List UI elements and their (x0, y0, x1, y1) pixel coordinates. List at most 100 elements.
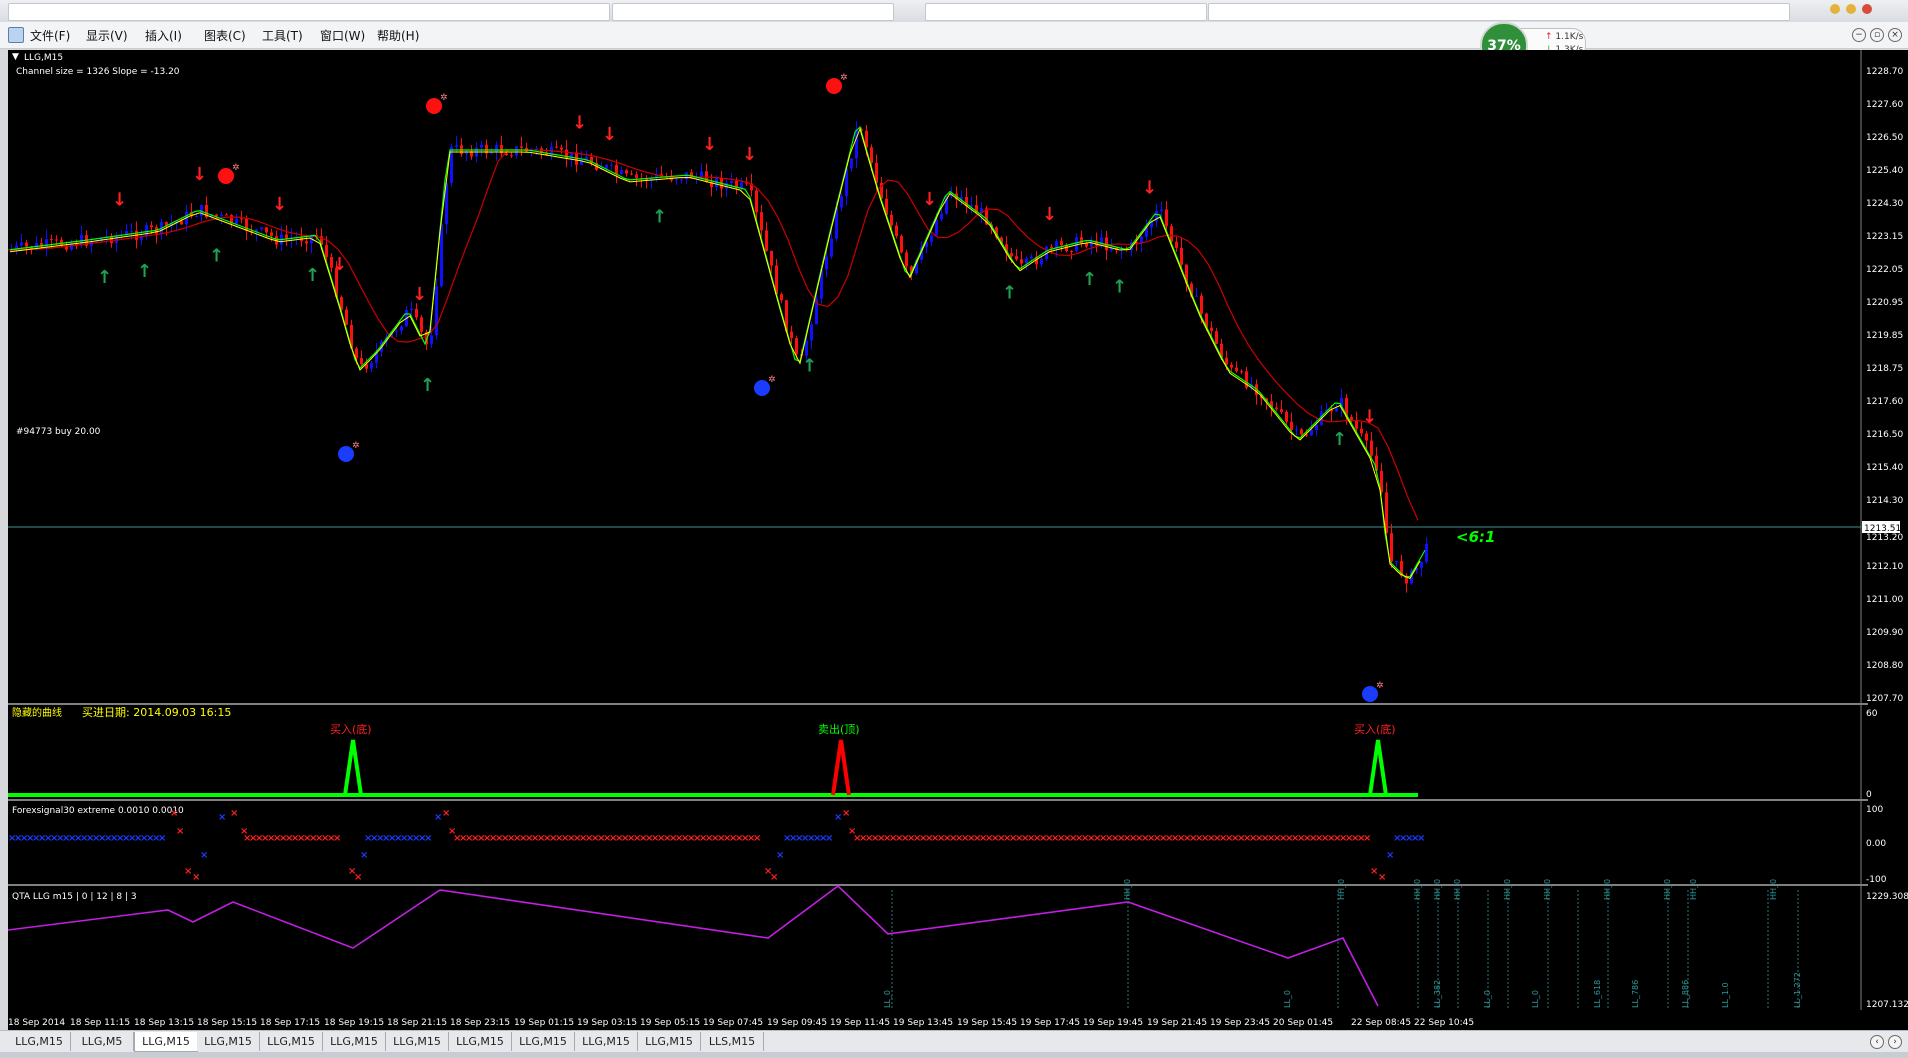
candle-body (930, 235, 933, 242)
candle-body (1425, 543, 1428, 562)
candle-body (1050, 246, 1053, 249)
candle-body (1395, 561, 1398, 563)
price-tick: 1218.75 (1866, 364, 1903, 374)
browser-tab[interactable] (8, 3, 610, 21)
symbol-label: LLG,M15 (24, 53, 63, 63)
candle-body (420, 317, 423, 332)
chart-tab[interactable]: LLG,M15 (512, 1032, 575, 1051)
minimize-button[interactable]: − (1852, 28, 1866, 42)
window-controls[interactable] (1830, 4, 1900, 18)
chart-tab[interactable]: LLG,M15 (638, 1032, 701, 1051)
candle-body (515, 146, 518, 156)
chart-collapse-icon[interactable]: ▼ (12, 52, 19, 62)
x-marker-icon: × (158, 833, 166, 844)
candle-body (1275, 407, 1278, 410)
fib-label-bottom: LL_0 (1283, 990, 1292, 1008)
time-tick: 18 Sep 17:15 (260, 1018, 320, 1028)
candle-body (765, 230, 768, 251)
buy-arrow-icon: ↑ (97, 267, 112, 288)
candle-body (905, 252, 908, 267)
candle-body (1070, 250, 1073, 252)
fib-label-top: HH_0 (1689, 879, 1698, 900)
browser-tab[interactable] (925, 3, 1207, 21)
menu-insert[interactable]: 插入(I) (145, 27, 182, 44)
chart-tab[interactable]: LLG,M5 (71, 1032, 134, 1051)
x-marker-icon: × (170, 808, 178, 819)
time-tick: 18 Sep 23:15 (450, 1018, 510, 1028)
chart-canvas[interactable]: ▼ LLG,M15 Channel size = 1326 Slope = -1… (7, 50, 1908, 1030)
sell-arrow-icon: ↓ (922, 189, 937, 210)
candle-body (235, 218, 238, 224)
candle-body (1160, 209, 1163, 212)
bomb-fuse-icon: ✲ (232, 163, 240, 173)
chart-tab[interactable]: LLG,M15 (449, 1032, 512, 1051)
menu-view[interactable]: 显示(V) (86, 27, 128, 44)
chart-tab[interactable]: LLS,M15 (701, 1032, 764, 1051)
candle-body (630, 173, 633, 175)
price-tick: 1215.40 (1866, 463, 1903, 473)
tabs-scroll-left-button[interactable]: ‹ (1870, 1035, 1884, 1049)
time-axis: 18 Sep 2014 18 Sep 11:15 18 Sep 13:15 18 Se… (8, 1018, 1474, 1028)
candle-body (935, 219, 938, 236)
browser-tab[interactable] (612, 3, 894, 21)
candle-body (1175, 241, 1178, 248)
price-tick: 1209.90 (1866, 628, 1903, 638)
x-marker-icon: × (1417, 833, 1425, 844)
candle-body (940, 213, 943, 220)
fib-label-top: HH_0 (1769, 879, 1778, 900)
panel2-title: Forexsignal30 extreme 0.0010 0.0010 (12, 806, 184, 816)
x-marker-icon: × (776, 850, 784, 861)
candle-body (1390, 533, 1393, 562)
candle-body (1200, 295, 1203, 314)
candle-body (615, 164, 618, 174)
candle-body (265, 227, 268, 233)
chart-tab[interactable]: LLG,M15 (323, 1032, 386, 1051)
panel2-tick: -100 (1866, 875, 1887, 885)
bomb-fuse-icon: ✲ (768, 375, 776, 385)
fib-label-bottom: LL_382 (1433, 980, 1442, 1008)
candle-body (620, 170, 623, 174)
candle-body (805, 340, 808, 356)
chart-tab[interactable]: LLG,M15 (575, 1032, 638, 1051)
menu-help[interactable]: 帮助(H) (377, 27, 419, 44)
chart-tab[interactable]: LLG,M15 (386, 1032, 449, 1051)
panel2-tick: 0.00 (1866, 839, 1886, 849)
candle-body (195, 216, 198, 218)
time-tick: 22 Sep 10:45 (1414, 1018, 1474, 1028)
candle-body (20, 242, 23, 246)
chart-window[interactable]: ▼ LLG,M15 Channel size = 1326 Slope = -1… (7, 50, 1908, 1030)
candle-body (605, 164, 608, 169)
price-tick: 1226.50 (1866, 133, 1903, 143)
close-button[interactable]: × (1888, 28, 1902, 42)
time-tick: 18 Sep 19:15 (324, 1018, 384, 1028)
sell-arrow-icon: ↓ (332, 254, 347, 275)
candle-body (270, 232, 273, 237)
tabs-scroll-right-button[interactable]: › (1888, 1035, 1902, 1049)
time-tick: 19 Sep 07:45 (703, 1018, 763, 1028)
menu-window[interactable]: 窗口(W) (320, 27, 365, 44)
browser-tab[interactable] (1208, 3, 1790, 21)
candle-body (855, 129, 858, 159)
app-icon[interactable] (8, 27, 24, 43)
menu-tools[interactable]: 工具(T) (262, 27, 303, 44)
chart-tabs: LLG,M15 LLG,M5 LLG,M15 LLG,M15 LLG,M15 L… (0, 1030, 1908, 1053)
chart-tab-active[interactable]: LLG,M15 (134, 1032, 198, 1052)
candle-body (1295, 429, 1298, 431)
x-marker-icon: × (200, 850, 208, 861)
candle-body (1315, 424, 1318, 431)
fib-label-top: HH_0 (1543, 879, 1552, 900)
chart-tab[interactable]: LLG,M15 (197, 1032, 260, 1051)
chart-tab[interactable]: LLG,M15 (260, 1032, 323, 1051)
chart-tab[interactable]: LLG,M15 (8, 1032, 71, 1051)
x-marker-icon: × (1386, 850, 1394, 861)
time-tick: 19 Sep 19:45 (1083, 1018, 1143, 1028)
candle-body (520, 146, 523, 148)
candle-body (1235, 367, 1238, 372)
fib-label-bottom: LL_1.0 (1721, 982, 1730, 1008)
time-tick: 18 Sep 11:15 (70, 1018, 130, 1028)
menu-file[interactable]: 文件(F) (30, 27, 70, 44)
menu-charts[interactable]: 图表(C) (204, 27, 246, 44)
candle-body (55, 239, 58, 241)
restore-button[interactable]: ▫ (1870, 28, 1884, 42)
candle-body (1310, 430, 1313, 436)
